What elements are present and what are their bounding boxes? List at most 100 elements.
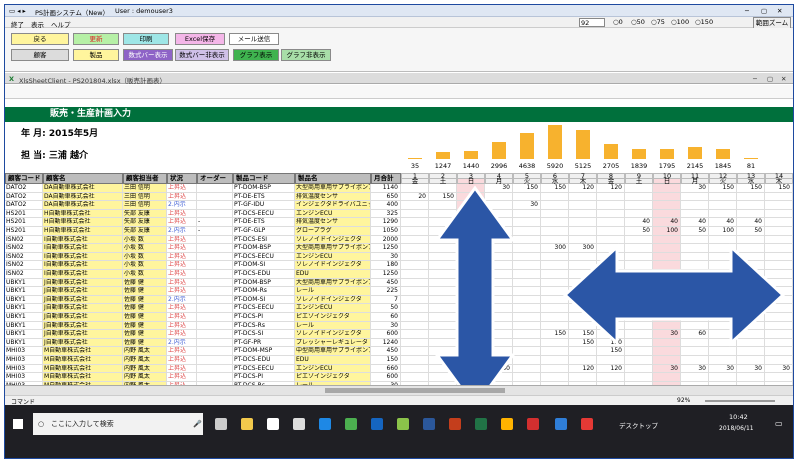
cell[interactable]: 中型商用車用サプライポンプ: [295, 347, 371, 356]
cell[interactable]: PT-DE-ETS: [233, 218, 295, 227]
day-cell[interactable]: [513, 330, 541, 339]
day-cell[interactable]: [765, 252, 793, 262]
day-cell[interactable]: [401, 252, 429, 262]
day-cell[interactable]: [597, 278, 625, 288]
cell[interactable]: ソレノイドインジェクタ: [295, 235, 371, 245]
day-cell[interactable]: [457, 287, 485, 296]
day-cell[interactable]: [765, 330, 793, 339]
day-cell[interactable]: [569, 287, 597, 296]
table-row[interactable]: ISN02 I自動車株式会社 小坂 数上昇込 PT-DCS-EECU エンジンECU 30: [5, 252, 793, 262]
cell[interactable]: 325: [371, 209, 401, 219]
day-cell[interactable]: [625, 313, 653, 322]
day-cell[interactable]: [569, 347, 597, 356]
cell[interactable]: EDU: [295, 356, 371, 365]
cell[interactable]: 矢部 友康: [123, 227, 167, 236]
day-cell[interactable]: [597, 356, 625, 365]
cell[interactable]: 佐藤 健: [123, 304, 167, 313]
day-cell[interactable]: [681, 270, 709, 279]
day-cell[interactable]: [429, 201, 457, 210]
day-cell[interactable]: [429, 218, 457, 227]
cell[interactable]: [197, 252, 233, 262]
day-cell[interactable]: [737, 261, 765, 270]
day-cell[interactable]: [737, 313, 765, 322]
day-cell[interactable]: [429, 313, 457, 322]
minimize-icon[interactable]: ─: [745, 7, 749, 15]
cell[interactable]: [197, 209, 233, 219]
day-cell[interactable]: [569, 261, 597, 270]
day-cell[interactable]: [709, 321, 737, 331]
day-cell[interactable]: [597, 227, 625, 236]
cell[interactable]: DA自動車株式会社: [43, 184, 123, 193]
cell[interactable]: 上昇込: [167, 261, 197, 270]
word-icon[interactable]: [423, 418, 435, 430]
powerpoint-icon[interactable]: [449, 418, 461, 430]
day-cell[interactable]: 50: [681, 227, 709, 236]
day-cell[interactable]: [401, 184, 429, 193]
cell[interactable]: 2.内示: [167, 295, 197, 305]
day-cell[interactable]: [709, 347, 737, 356]
day-cell[interactable]: [401, 227, 429, 236]
day-cell[interactable]: 40: [709, 218, 737, 227]
cell[interactable]: -: [197, 227, 233, 236]
day-cell[interactable]: [429, 295, 457, 305]
day-cell[interactable]: [569, 356, 597, 365]
day-cell[interactable]: [709, 278, 737, 288]
day-cell[interactable]: 40: [681, 218, 709, 227]
day-cell[interactable]: [625, 356, 653, 365]
table-row[interactable]: MHI03 M自動車株式会社 内野 風太 上昇込 PT-DCS-PI ピエゾインジェクタ 6…: [5, 373, 793, 382]
day-cell[interactable]: [513, 261, 541, 270]
day-cell[interactable]: [569, 321, 597, 331]
day-cell[interactable]: [513, 338, 541, 348]
cell[interactable]: MHI03: [5, 347, 43, 356]
cell[interactable]: M自動車株式会社: [43, 347, 123, 356]
cell[interactable]: 矢部 友康: [123, 218, 167, 227]
cell[interactable]: 上昇込: [167, 244, 197, 253]
day-cell[interactable]: 50: [737, 227, 765, 236]
cell[interactable]: EDU: [295, 270, 371, 279]
cell[interactable]: [197, 184, 233, 193]
cell[interactable]: UBKY1: [5, 304, 43, 313]
cell[interactable]: 小坂 数: [123, 252, 167, 262]
day-cell[interactable]: 150: [541, 330, 569, 339]
cell[interactable]: ソレノイドインジェクタ: [295, 330, 371, 339]
day-cell[interactable]: 100: [709, 227, 737, 236]
day-cell[interactable]: [625, 295, 653, 305]
task-view-icon[interactable]: [215, 418, 227, 430]
cell[interactable]: J自動車株式会社: [43, 321, 123, 331]
day-cell[interactable]: [597, 304, 625, 313]
cell[interactable]: 小坂 数: [123, 235, 167, 245]
cell[interactable]: 1290: [371, 218, 401, 227]
cell[interactable]: -: [197, 218, 233, 227]
day-cell[interactable]: [401, 313, 429, 322]
day-cell[interactable]: 150: [709, 184, 737, 193]
day-cell[interactable]: [653, 184, 681, 193]
day-cell[interactable]: [681, 295, 709, 305]
day-cell[interactable]: [597, 330, 625, 339]
day-cell[interactable]: [485, 218, 513, 227]
cell[interactable]: 650: [371, 192, 401, 202]
cell[interactable]: H自動車株式会社: [43, 209, 123, 219]
day-cell[interactable]: [541, 304, 569, 313]
cell[interactable]: PT-DOM-BSP: [233, 278, 295, 288]
day-cell[interactable]: [765, 347, 793, 356]
day-cell[interactable]: [681, 356, 709, 365]
day-cell[interactable]: [401, 321, 429, 331]
cell[interactable]: 1140: [371, 184, 401, 193]
table-row[interactable]: HS201 H自動車株式会社 矢部 友康 2.内示 - PT-GF-GLP グロープラグ 10…: [5, 227, 793, 236]
day-cell[interactable]: [597, 287, 625, 296]
header-status[interactable]: 状況: [167, 173, 197, 184]
cell[interactable]: ISN02: [5, 261, 43, 270]
cell[interactable]: グロープラグ: [295, 227, 371, 236]
formula-bar-show-button[interactable]: 数式バー表示: [123, 49, 173, 61]
day-cell[interactable]: [653, 209, 681, 219]
day-cell[interactable]: [625, 184, 653, 193]
day-cell[interactable]: [625, 338, 653, 348]
print-button[interactable]: 印刷: [123, 33, 169, 45]
day-cell[interactable]: [765, 270, 793, 279]
cell[interactable]: [197, 373, 233, 382]
day-cell[interactable]: [513, 252, 541, 262]
cell[interactable]: 上昇込: [167, 270, 197, 279]
day-cell[interactable]: [541, 227, 569, 236]
day-cell[interactable]: [541, 261, 569, 270]
day-cell[interactable]: [457, 209, 485, 219]
